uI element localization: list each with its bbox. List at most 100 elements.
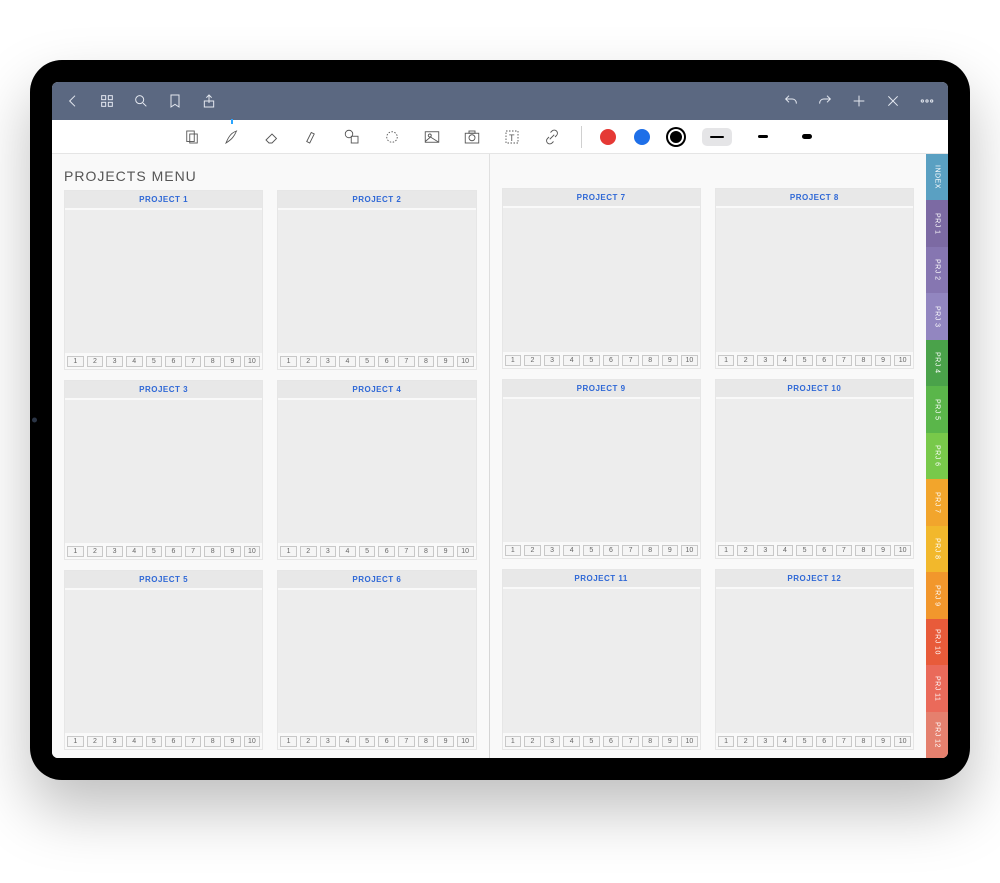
page-number-chip[interactable]: 4 (777, 355, 794, 366)
page-number-chip[interactable]: 7 (622, 736, 639, 747)
side-tab[interactable]: INDEX (926, 154, 948, 200)
page-number-chip[interactable]: 8 (204, 736, 221, 747)
page-number-chip[interactable]: 4 (339, 736, 356, 747)
page-number-chip[interactable]: 3 (757, 355, 774, 366)
page-number-chip[interactable]: 10 (894, 545, 911, 556)
page-number-chip[interactable]: 2 (300, 546, 317, 557)
project-card[interactable]: PROJECT 612345678910 (277, 570, 476, 750)
side-tab[interactable]: PRJ 10 (926, 619, 948, 665)
page-number-chip[interactable]: 9 (437, 546, 454, 557)
page-number-chip[interactable]: 10 (244, 736, 261, 747)
page-number-chip[interactable]: 4 (777, 736, 794, 747)
page-number-chip[interactable]: 3 (320, 356, 337, 367)
page-number-chip[interactable]: 7 (836, 545, 853, 556)
project-card-title[interactable]: PROJECT 6 (278, 571, 475, 588)
page-number-chip[interactable]: 5 (583, 545, 600, 556)
page-number-chip[interactable]: 6 (603, 355, 620, 366)
page-number-chip[interactable]: 7 (836, 736, 853, 747)
page-number-chip[interactable]: 7 (622, 545, 639, 556)
page-number-chip[interactable]: 3 (320, 546, 337, 557)
page-number-chip[interactable]: 5 (583, 355, 600, 366)
page-number-chip[interactable]: 6 (603, 736, 620, 747)
shapes-tool-icon[interactable] (341, 126, 363, 148)
page-number-chip[interactable]: 7 (185, 546, 202, 557)
page-number-chip[interactable]: 1 (280, 736, 297, 747)
page-number-chip[interactable]: 7 (398, 356, 415, 367)
page-number-chip[interactable]: 10 (244, 546, 261, 557)
page-number-chip[interactable]: 4 (563, 736, 580, 747)
add-icon[interactable] (850, 92, 868, 110)
page-number-chip[interactable]: 2 (300, 736, 317, 747)
page-number-chip[interactable]: 5 (583, 736, 600, 747)
page-number-chip[interactable]: 6 (816, 545, 833, 556)
highlighter-tool-icon[interactable] (301, 126, 323, 148)
text-tool-icon[interactable]: T (501, 126, 523, 148)
page-number-chip[interactable]: 9 (224, 736, 241, 747)
page-number-chip[interactable]: 1 (280, 356, 297, 367)
page-number-chip[interactable]: 6 (816, 355, 833, 366)
side-tab[interactable]: PRJ 1 (926, 200, 948, 246)
close-icon[interactable] (884, 92, 902, 110)
page-number-chip[interactable]: 5 (359, 546, 376, 557)
page-number-chip[interactable]: 1 (67, 356, 84, 367)
page-number-chip[interactable]: 6 (165, 356, 182, 367)
project-card-title[interactable]: PROJECT 12 (716, 570, 913, 587)
page-number-chip[interactable]: 6 (378, 356, 395, 367)
project-card-title[interactable]: PROJECT 4 (278, 381, 475, 398)
page-number-chip[interactable]: 1 (67, 546, 84, 557)
page-number-chip[interactable]: 5 (359, 736, 376, 747)
page-number-chip[interactable]: 8 (418, 546, 435, 557)
project-card-title[interactable]: PROJECT 3 (65, 381, 262, 398)
page-number-chip[interactable]: 10 (681, 355, 698, 366)
link-tool-icon[interactable] (541, 126, 563, 148)
back-icon[interactable] (64, 92, 82, 110)
undo-icon[interactable] (782, 92, 800, 110)
page-number-chip[interactable]: 3 (757, 736, 774, 747)
project-card[interactable]: PROJECT 1012345678910 (715, 379, 914, 560)
project-card-title[interactable]: PROJECT 2 (278, 191, 475, 208)
page-number-chip[interactable]: 4 (777, 545, 794, 556)
lasso-tool-icon[interactable] (381, 126, 403, 148)
page-number-chip[interactable]: 9 (662, 545, 679, 556)
project-card-title[interactable]: PROJECT 5 (65, 571, 262, 588)
page-number-chip[interactable]: 2 (87, 356, 104, 367)
page-tool-icon[interactable] (181, 126, 203, 148)
grid-icon[interactable] (98, 92, 116, 110)
page-number-chip[interactable]: 4 (563, 355, 580, 366)
page-number-chip[interactable]: 6 (165, 546, 182, 557)
page-number-chip[interactable]: 10 (894, 355, 911, 366)
project-card-title[interactable]: PROJECT 1 (65, 191, 262, 208)
page-number-chip[interactable]: 9 (875, 736, 892, 747)
page-number-chip[interactable]: 5 (146, 736, 163, 747)
page-number-chip[interactable]: 7 (398, 546, 415, 557)
page-number-chip[interactable]: 7 (185, 356, 202, 367)
page-number-chip[interactable]: 3 (544, 355, 561, 366)
page-number-chip[interactable]: 9 (437, 356, 454, 367)
page-number-chip[interactable]: 7 (836, 355, 853, 366)
page-number-chip[interactable]: 9 (662, 355, 679, 366)
side-tab[interactable]: PRJ 12 (926, 712, 948, 758)
page-number-chip[interactable]: 9 (224, 546, 241, 557)
page-number-chip[interactable]: 10 (681, 736, 698, 747)
page-number-chip[interactable]: 10 (457, 356, 474, 367)
page-number-chip[interactable]: 5 (796, 545, 813, 556)
page-number-chip[interactable]: 2 (524, 355, 541, 366)
side-tab[interactable]: PRJ 5 (926, 386, 948, 432)
eraser-tool-icon[interactable] (261, 126, 283, 148)
project-card[interactable]: PROJECT 212345678910 (277, 190, 476, 370)
side-tab[interactable]: PRJ 6 (926, 433, 948, 479)
page-number-chip[interactable]: 5 (359, 356, 376, 367)
page-number-chip[interactable]: 8 (855, 355, 872, 366)
page-number-chip[interactable]: 3 (320, 736, 337, 747)
page-number-chip[interactable]: 4 (339, 546, 356, 557)
page-number-chip[interactable]: 10 (457, 546, 474, 557)
page-number-chip[interactable]: 1 (718, 545, 735, 556)
page-number-chip[interactable]: 5 (796, 355, 813, 366)
page-number-chip[interactable]: 1 (505, 736, 522, 747)
project-card[interactable]: PROJECT 412345678910 (277, 380, 476, 560)
stroke-thick[interactable] (794, 128, 820, 146)
more-icon[interactable] (918, 92, 936, 110)
page-number-chip[interactable]: 2 (737, 736, 754, 747)
page-number-chip[interactable]: 2 (300, 356, 317, 367)
side-tab[interactable]: PRJ 11 (926, 665, 948, 711)
